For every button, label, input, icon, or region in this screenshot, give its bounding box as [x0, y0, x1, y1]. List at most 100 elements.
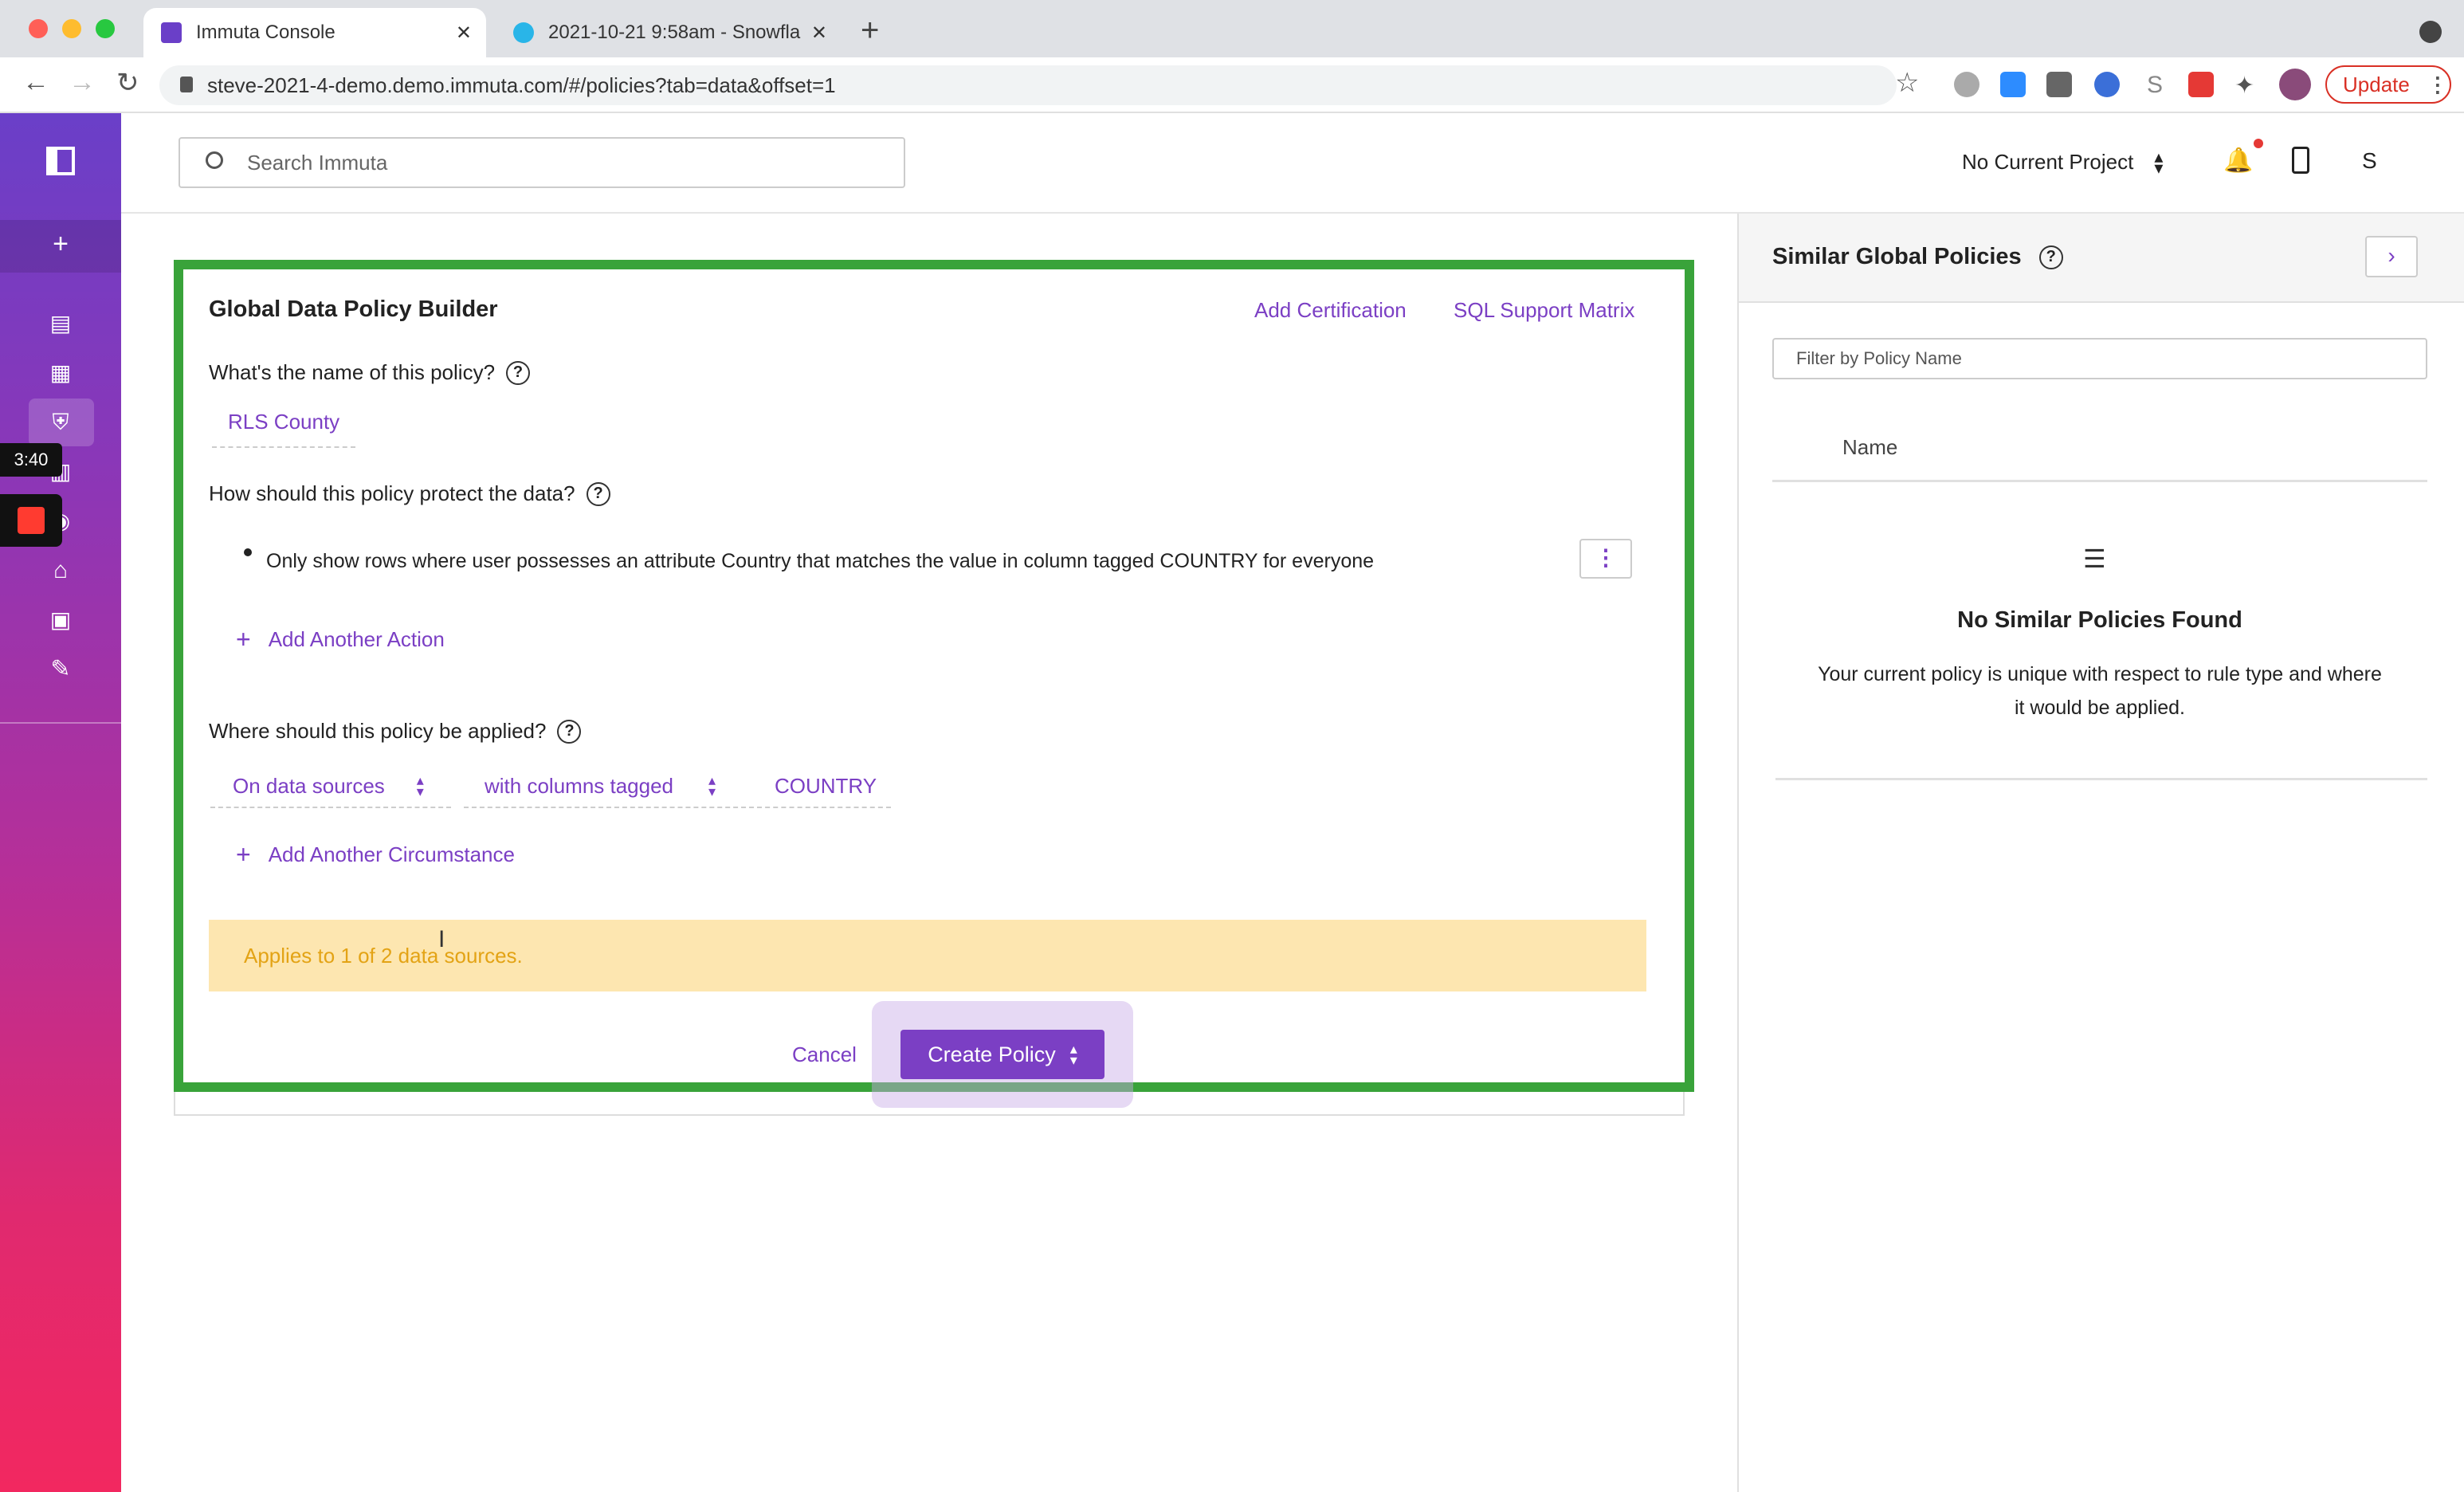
protect-question-text: How should this policy protect the data?	[209, 481, 575, 505]
tab-close-icon[interactable]: ✕	[456, 22, 472, 45]
user-avatar[interactable]: S	[2362, 148, 2377, 174]
stop-recording-button[interactable]	[0, 494, 62, 547]
text-cursor-icon: I	[438, 926, 445, 952]
forward-arrow-icon[interactable]: →	[69, 67, 96, 98]
kebab-menu-icon: ⋮	[2427, 72, 2448, 96]
projects-icon[interactable]: ▦	[45, 357, 77, 389]
applies-note-banner: Applies to 1 of 2 data sources.	[209, 920, 1646, 991]
empty-state-divider	[1775, 778, 2427, 780]
pdf-extension-icon[interactable]	[2188, 72, 2214, 97]
cancel-button[interactable]: Cancel	[792, 1042, 857, 1067]
governance-building-icon[interactable]: ⌂	[45, 555, 77, 587]
column-header-divider	[1772, 480, 2427, 482]
add-another-circumstance-button[interactable]: + Add Another Circumstance	[236, 840, 515, 870]
similar-policies-panel	[1737, 214, 2464, 1492]
apply-question-text: Where should this policy be applied?	[209, 719, 547, 743]
policy-name-input[interactable]: RLS County	[212, 410, 355, 448]
empty-state-title: No Similar Policies Found	[1957, 607, 2242, 633]
tag-select[interactable]: COUNTRY	[757, 765, 891, 808]
chevron-right-icon: ›	[2387, 243, 2395, 268]
collapse-panel-button[interactable]: ›	[2365, 236, 2418, 277]
similar-policies-title: Similar Global Policies ?	[1772, 244, 2063, 270]
address-bar[interactable]: steve-2021-4-demo.demo.immuta.com/#/poli…	[159, 65, 1897, 105]
tab-immuta-console[interactable]: Immuta Console ✕	[143, 8, 486, 57]
name-column-header[interactable]: Name	[1842, 435, 1897, 460]
project-label: No Current Project	[1962, 150, 2134, 174]
policies-shield-icon[interactable]: ⛨	[45, 406, 77, 438]
create-policy-button[interactable]: Create Policy ▴ ▾	[900, 1030, 1104, 1079]
snowflake-favicon-icon	[513, 22, 534, 43]
url-text: steve-2021-4-demo.demo.immuta.com/#/poli…	[207, 73, 836, 97]
builder-title: Global Data Policy Builder	[209, 296, 498, 322]
stop-square-icon	[18, 507, 45, 534]
bookmark-star-icon[interactable]: ☆	[1895, 67, 1919, 99]
data-sources-icon[interactable]: ▤	[45, 308, 77, 340]
browser-update-button[interactable]: Update ⋮	[2325, 65, 2451, 104]
name-question-text: What's the name of this policy?	[209, 360, 496, 384]
add-icon[interactable]: +	[45, 228, 77, 260]
add-circumstance-label: Add Another Circumstance	[268, 842, 515, 866]
project-selector[interactable]: No Current Project ▴ ▾	[1962, 146, 2164, 178]
recording-timer: 3:40	[0, 443, 62, 477]
new-tab-button[interactable]: +	[861, 13, 879, 49]
window-close-button[interactable]	[29, 19, 48, 38]
filter-placeholder: Filter by Policy Name	[1796, 348, 1962, 368]
add-another-action-button[interactable]: + Add Another Action	[236, 625, 445, 654]
sort-chevrons-icon: ▴ ▾	[708, 772, 716, 799]
notification-badge	[2254, 139, 2263, 148]
empty-state-line-2: it would be applied.	[2014, 697, 2186, 719]
window-minimize-button[interactable]	[62, 19, 81, 38]
immuta-favicon-icon	[161, 22, 182, 43]
immuta-logo-icon[interactable]	[45, 147, 77, 179]
tab-close-icon[interactable]: ✕	[811, 22, 827, 45]
reload-icon[interactable]: ↻	[116, 67, 139, 99]
search-input[interactable]: Search Immuta	[179, 137, 905, 188]
search-icon	[206, 151, 223, 169]
sql-support-matrix-link[interactable]: SQL Support Matrix	[1454, 298, 1634, 323]
notifications-bell-icon[interactable]: 🔔	[2223, 147, 2253, 175]
tab-title: Immuta Console	[196, 22, 335, 43]
empty-state-line-1: Your current policy is unique with respe…	[1818, 663, 2382, 685]
extension-icon[interactable]	[2046, 72, 2072, 97]
sidebar-divider	[0, 722, 121, 724]
scope-value: On data sources	[233, 773, 385, 798]
back-arrow-icon[interactable]: ←	[22, 67, 49, 98]
settings-wrench-icon[interactable]: ✎	[45, 654, 77, 685]
list-icon: ☰	[2083, 544, 2106, 573]
scope-select[interactable]: On data sources ▴ ▾	[210, 765, 451, 808]
extension-icon[interactable]	[1954, 72, 1979, 97]
similar-title-text: Similar Global Policies	[1772, 244, 2022, 269]
extension-icon[interactable]	[2094, 72, 2120, 97]
help-circle-icon[interactable]: ?	[506, 360, 531, 385]
zoom-extension-icon[interactable]	[2000, 72, 2026, 97]
help-circle-icon[interactable]: ?	[557, 719, 582, 744]
bullet	[244, 548, 252, 556]
help-circle-icon[interactable]: ?	[2038, 245, 2063, 269]
sort-chevrons-icon: ▴ ▾	[416, 772, 424, 799]
applies-note-text: Applies to 1 of 2 data sources.	[244, 943, 523, 968]
tab-search-icon[interactable]	[2419, 21, 2442, 43]
name-question: What's the name of this policy? ?	[209, 360, 531, 385]
sort-chevrons-icon: ▴ ▾	[1069, 1041, 1077, 1068]
profile-avatar-icon[interactable]	[2279, 69, 2311, 100]
create-policy-label: Create Policy	[928, 1042, 1056, 1066]
extension-icon[interactable]: S	[2142, 72, 2168, 98]
add-action-label: Add Another Action	[268, 627, 445, 651]
tab-title: 2021-10-21 9:58am - Snowfla	[548, 22, 801, 43]
condition-value: with columns tagged	[485, 773, 674, 798]
plus-icon: +	[236, 840, 251, 869]
audit-clipboard-icon[interactable]: ▣	[45, 604, 77, 636]
add-certification-link[interactable]: Add Certification	[1254, 298, 1407, 323]
window-zoom-button[interactable]	[96, 19, 115, 38]
bookmarks-icon[interactable]	[2292, 147, 2309, 174]
condition-select[interactable]: with columns tagged ▴ ▾	[464, 765, 754, 808]
policy-action-text: Only show rows where user possesses an a…	[266, 550, 1375, 572]
filter-policy-input[interactable]: Filter by Policy Name	[1772, 338, 2427, 379]
action-menu-button[interactable]: ⋮	[1579, 539, 1632, 579]
help-circle-icon[interactable]: ?	[586, 481, 610, 506]
kebab-menu-icon: ⋮	[1595, 545, 1617, 570]
sort-chevrons-icon: ▴ ▾	[2154, 146, 2164, 178]
tab-snowflake[interactable]: 2021-10-21 9:58am - Snowfla ✕	[496, 8, 838, 57]
puzzle-extensions-icon[interactable]: ✦	[2234, 72, 2260, 99]
lock-icon	[180, 77, 193, 92]
